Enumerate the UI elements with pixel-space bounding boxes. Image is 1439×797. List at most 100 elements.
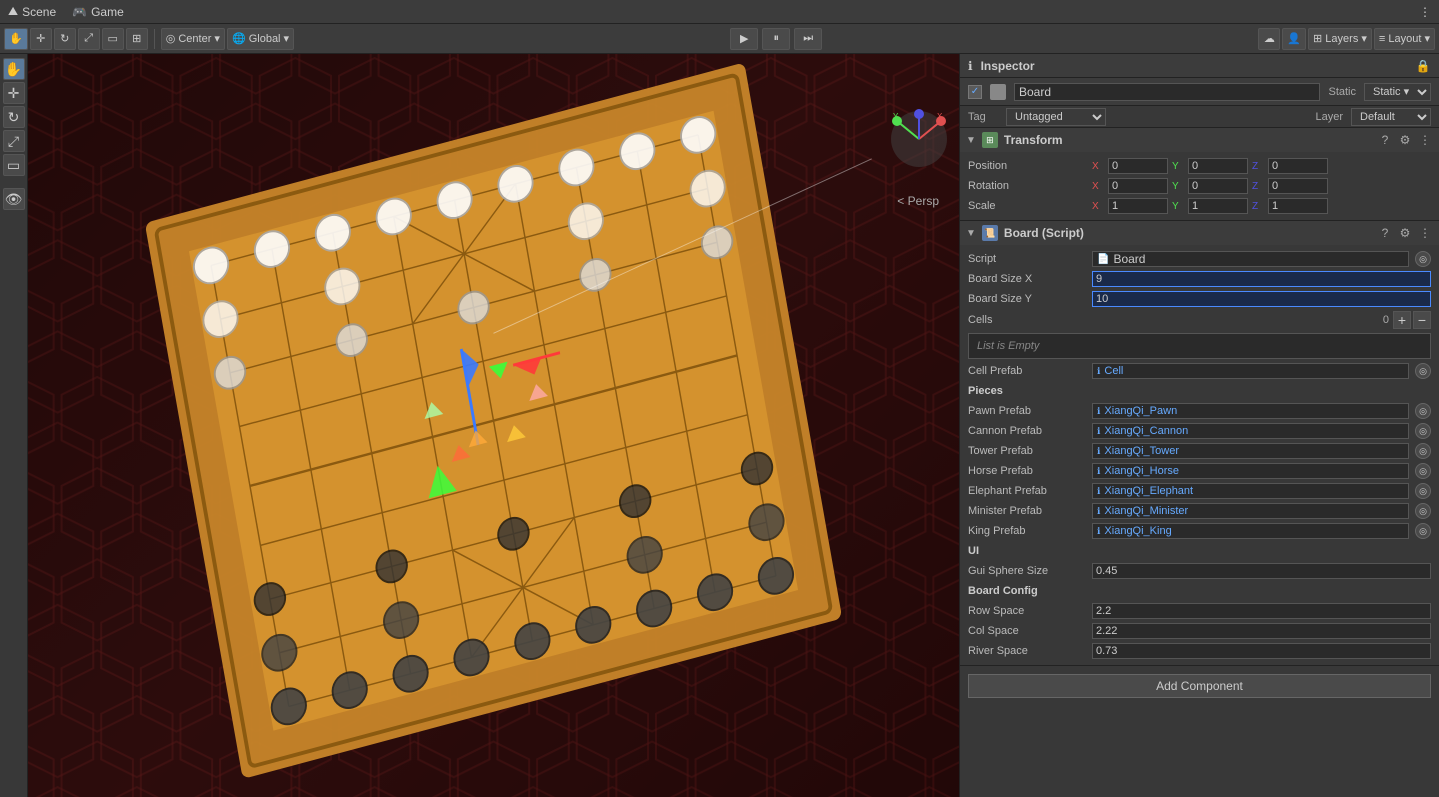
tower-prefab-row: Tower Prefab ℹ XiangQi_Tower ◎ <box>960 441 1439 461</box>
tool-scale[interactable]: ⤢ <box>3 130 25 152</box>
rot-x-input[interactable] <box>1108 178 1168 194</box>
pos-z-input[interactable] <box>1268 158 1328 174</box>
tag-dropdown[interactable]: Untagged <box>1006 108 1106 126</box>
step-button[interactable]: ⏭ <box>794 28 822 50</box>
collab-btn[interactable]: ☁ <box>1258 28 1280 50</box>
pawn-prefab-text: XiangQi_Pawn <box>1104 405 1177 417</box>
tower-prefab-label: Tower Prefab <box>968 445 1088 457</box>
script-help-btn[interactable]: ? <box>1377 225 1393 241</box>
gui-sphere-size-label: Gui Sphere Size <box>968 565 1088 577</box>
hand-tool[interactable]: ✋ <box>4 28 28 50</box>
rotate-tool[interactable]: ↻ <box>54 28 76 50</box>
add-component-button[interactable]: Add Component <box>968 674 1431 698</box>
scale-row: Scale X Y Z <box>960 196 1439 216</box>
transform-tool[interactable]: ⊞ <box>126 28 148 50</box>
transform-help-btn[interactable]: ? <box>1377 132 1393 148</box>
cannon-prefab-picker[interactable]: ◎ <box>1415 423 1431 439</box>
global-tool[interactable]: 🌐 Global ▾ <box>227 28 294 50</box>
position-label: Position <box>968 160 1088 172</box>
tool-rect[interactable]: ▭ <box>3 154 25 176</box>
col-space-input[interactable] <box>1092 623 1431 639</box>
object-name-bar: Static Static ▾ <box>960 78 1439 106</box>
board-size-y-input[interactable] <box>1092 291 1431 307</box>
layout-btn[interactable]: ≡ Layout ▾ <box>1374 28 1435 50</box>
top-bar: ⛰ Scene 🎮 Game ⋮ <box>0 0 1439 24</box>
cannon-prefab-row: Cannon Prefab ℹ XiangQi_Cannon ◎ <box>960 421 1439 441</box>
pos-x-input[interactable] <box>1108 158 1168 174</box>
scale-x-input[interactable] <box>1108 198 1168 214</box>
layer-label: Layer <box>1315 111 1343 123</box>
more-options[interactable]: ⋮ <box>1419 5 1431 19</box>
scale-z-input[interactable] <box>1268 198 1328 214</box>
pivot-tool[interactable]: ◎ Center ▾ <box>161 28 225 50</box>
row-space-label: Row Space <box>968 605 1088 617</box>
main-area: ✋ ✛ ↻ ⤢ ▭ 👁 <box>0 54 1439 797</box>
game-tab[interactable]: 🎮 Game <box>72 5 124 19</box>
pawn-prefab-picker[interactable]: ◎ <box>1415 403 1431 419</box>
persp-label: < Persp <box>897 194 939 208</box>
elephant-prefab-row: Elephant Prefab ℹ XiangQi_Elephant ◎ <box>960 481 1439 501</box>
pause-button[interactable]: ⏸ <box>762 28 790 50</box>
script-ref-picker[interactable]: ◎ <box>1415 251 1431 267</box>
elephant-prefab-label: Elephant Prefab <box>968 485 1088 497</box>
king-prefab-picker[interactable]: ◎ <box>1415 523 1431 539</box>
elephant-prefab-picker[interactable]: ◎ <box>1415 483 1431 499</box>
row-space-input[interactable] <box>1092 603 1431 619</box>
tool-move[interactable]: ✛ <box>3 82 25 104</box>
script-ref-value: 📄 Board <box>1092 251 1409 267</box>
left-sidebar: ✋ ✛ ↻ ⤢ ▭ 👁 <box>0 54 28 797</box>
inspector-header-right: 🔒 <box>1415 58 1431 74</box>
board-size-x-input[interactable] <box>1092 271 1431 287</box>
lock-icon[interactable]: 🔒 <box>1415 58 1431 74</box>
horse-prefab-icon: ℹ <box>1097 466 1100 477</box>
scale-y-input[interactable] <box>1188 198 1248 214</box>
tool-rotate[interactable]: ↻ <box>3 106 25 128</box>
col-space-label: Col Space <box>968 625 1088 637</box>
gui-sphere-size-row: Gui Sphere Size <box>960 561 1439 581</box>
tool-eye[interactable]: 👁 <box>3 188 25 210</box>
gui-sphere-size-input[interactable] <box>1092 563 1431 579</box>
transform-title: Transform <box>1004 133 1063 147</box>
script-settings-btn[interactable]: ⚙ <box>1397 225 1413 241</box>
rot-z-input[interactable] <box>1268 178 1328 194</box>
layers-btn[interactable]: ⊞ Layers ▾ <box>1308 28 1372 50</box>
move-tool[interactable]: ✛ <box>30 28 52 50</box>
horse-prefab-text: XiangQi_Horse <box>1104 465 1179 477</box>
layer-dropdown[interactable]: Default <box>1351 108 1431 126</box>
river-space-input[interactable] <box>1092 643 1431 659</box>
rotation-inputs: X Y Z <box>1092 178 1431 194</box>
play-button[interactable]: ▶ <box>730 28 758 50</box>
tool-hand[interactable]: ✋ <box>3 58 25 80</box>
tag-layer-row: Tag Untagged Layer Default <box>960 106 1439 128</box>
scale-x-label: X <box>1092 201 1104 212</box>
scene-tab[interactable]: ⛰ Scene <box>8 4 56 19</box>
row-space-row: Row Space <box>960 601 1439 621</box>
add-remove-btns: + − <box>1393 311 1431 329</box>
transform-settings-btn[interactable]: ⚙ <box>1397 132 1413 148</box>
script-ref-row: Script 📄 Board ◎ <box>960 249 1439 269</box>
scene-canvas: X Y Z < Persp <box>28 54 959 797</box>
script-more-btn[interactable]: ⋮ <box>1417 225 1433 241</box>
transform-header[interactable]: ▼ ⊞ Transform ? ⚙ ⋮ <box>960 128 1439 152</box>
active-checkbox[interactable] <box>968 85 982 99</box>
static-dropdown[interactable]: Static ▾ <box>1364 83 1431 101</box>
cells-remove-btn[interactable]: − <box>1413 311 1431 329</box>
cell-prefab-picker[interactable]: ◎ <box>1415 363 1431 379</box>
board-script-header[interactable]: ▼ 📜 Board (Script) ? ⚙ ⋮ <box>960 221 1439 245</box>
account-btn[interactable]: 👤 <box>1282 28 1306 50</box>
horse-prefab-picker[interactable]: ◎ <box>1415 463 1431 479</box>
tower-prefab-picker[interactable]: ◎ <box>1415 443 1431 459</box>
rot-y-input[interactable] <box>1188 178 1248 194</box>
scene-view[interactable]: X Y Z < Persp <box>28 54 959 797</box>
scale-tool[interactable]: ⤢ <box>78 28 100 50</box>
minister-prefab-icon: ℹ <box>1097 506 1100 517</box>
elephant-prefab-icon: ℹ <box>1097 486 1100 497</box>
pos-y-input[interactable] <box>1188 158 1248 174</box>
minister-prefab-picker[interactable]: ◎ <box>1415 503 1431 519</box>
transform-more-btn[interactable]: ⋮ <box>1417 132 1433 148</box>
minister-prefab-label: Minister Prefab <box>968 505 1088 517</box>
cells-add-btn[interactable]: + <box>1393 311 1411 329</box>
inspector-title: Inspector <box>981 59 1035 73</box>
object-name-input[interactable] <box>1014 83 1320 101</box>
rect-tool[interactable]: ▭ <box>102 28 124 50</box>
